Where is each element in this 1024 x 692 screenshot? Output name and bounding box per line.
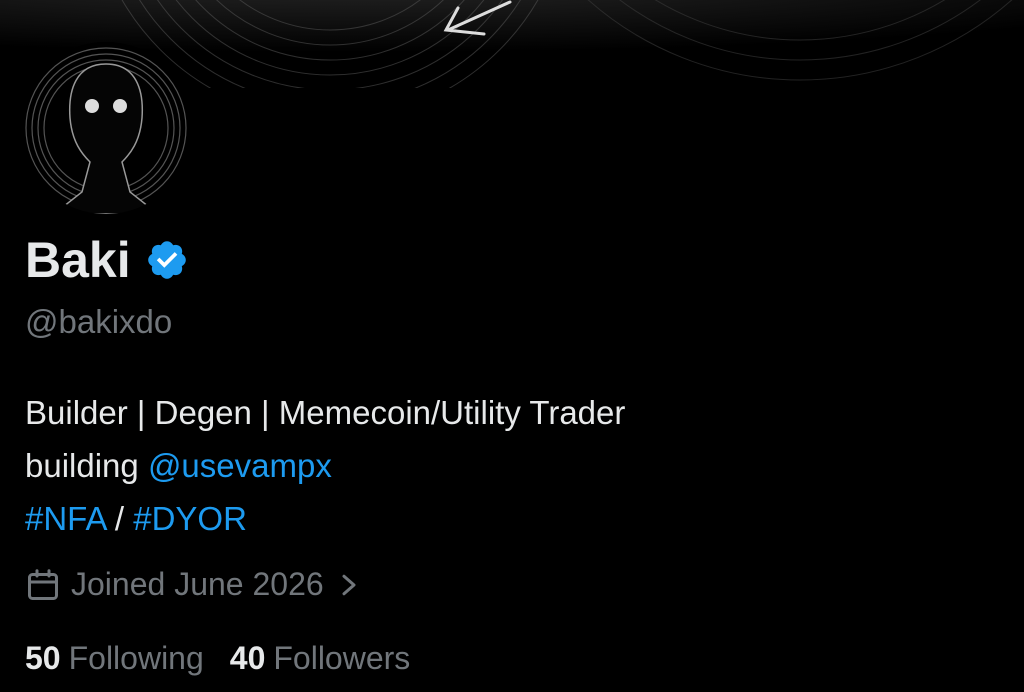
calendar-icon — [28, 568, 58, 600]
following-label: Following — [68, 640, 204, 676]
joined-row[interactable]: Joined June 2026 — [25, 566, 360, 603]
bio-text: building — [25, 447, 148, 484]
followers-label: Followers — [273, 640, 411, 676]
display-name-row: Baki — [25, 230, 189, 290]
followers-link[interactable]: 40 Followers — [230, 640, 411, 677]
bio-line-3: #NFA / #DYOR — [25, 492, 625, 545]
follow-stats: 50 Following 40 Followers — [25, 640, 436, 677]
hashtag-link-dyor[interactable]: #DYOR — [133, 500, 247, 537]
profile-bio: Builder | Degen | Memecoin/Utility Trade… — [25, 386, 625, 545]
chevron-right-icon — [342, 574, 356, 595]
avatar-image — [20, 42, 192, 214]
bio-line-1: Builder | Degen | Memecoin/Utility Trade… — [25, 394, 626, 431]
hashtag-link-nfa[interactable]: #NFA — [25, 500, 106, 537]
bio-line-2: building @usevampx — [25, 439, 625, 492]
avatar[interactable] — [20, 42, 192, 214]
bio-separator: / — [105, 500, 134, 537]
followers-count: 40 — [229, 640, 266, 676]
following-link[interactable]: 50 Following — [25, 640, 204, 677]
joined-date: Joined June 2026 — [71, 566, 324, 602]
verified-badge-icon[interactable] — [145, 238, 189, 282]
following-count: 50 — [25, 640, 61, 676]
profile-handle: @bakixdo — [25, 303, 173, 340]
display-name: Baki — [25, 232, 131, 288]
mention-link[interactable]: @usevampx — [148, 447, 332, 484]
